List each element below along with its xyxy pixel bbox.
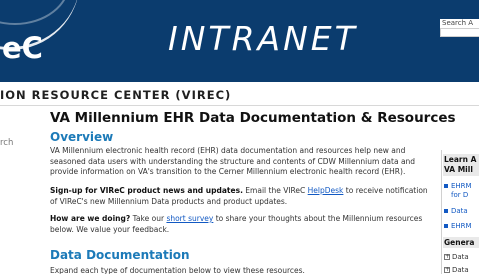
sidebar-link-label: Data bbox=[451, 207, 468, 215]
header-banner: eC INTRANET Search A bbox=[0, 0, 479, 82]
search-label: Search A bbox=[440, 19, 479, 28]
sidebar-expand-data-1[interactable]: + Data bbox=[444, 253, 479, 262]
left-nav-item-search[interactable]: rch bbox=[0, 138, 13, 148]
general-heading: Genera bbox=[444, 238, 475, 247]
helpdesk-link[interactable]: HelpDesk bbox=[308, 186, 344, 195]
virec-logo[interactable]: eC bbox=[2, 34, 43, 63]
sidebar-expand-label: Data bbox=[452, 253, 469, 261]
bullet-icon bbox=[444, 184, 448, 188]
sidebar-link-ehrm-2[interactable]: EHRM bbox=[444, 222, 479, 231]
short-survey-link[interactable]: short survey bbox=[166, 214, 213, 223]
data-documentation-heading: Data Documentation bbox=[50, 248, 190, 262]
center-name: ION RESOURCE CENTER (VIREC) bbox=[0, 88, 232, 102]
right-sidebar: Learn A VA Mill EHRM for D Data EHRM Gen… bbox=[441, 150, 479, 274]
signup-bold-text: Sign-up for VIReC product news and updat… bbox=[50, 186, 243, 195]
sidebar-expand-label: Data bbox=[452, 266, 469, 274]
overview-heading: Overview bbox=[50, 130, 114, 144]
sidebar-link-ehrm[interactable]: EHRM bbox=[444, 182, 479, 191]
signup-paragraph: Sign-up for VIReC product news and updat… bbox=[50, 186, 433, 207]
bullet-icon bbox=[444, 224, 448, 228]
expand-plus-icon: + bbox=[444, 266, 451, 273]
expand-plus-icon: + bbox=[444, 253, 451, 260]
sidebar-link-label: EHRM bbox=[451, 222, 472, 230]
learn-heading-line1: Learn A bbox=[444, 155, 477, 164]
survey-paragraph: How are we doing? Take our short survey … bbox=[50, 214, 433, 235]
data-documentation-paragraph: Expand each type of documentation below … bbox=[50, 266, 305, 274]
search-input[interactable] bbox=[440, 28, 479, 37]
center-name-bar: ION RESOURCE CENTER (VIREC) bbox=[0, 82, 479, 106]
learn-heading-line2: VA Mill bbox=[444, 165, 473, 174]
intranet-title: INTRANET bbox=[168, 19, 358, 58]
bullet-icon bbox=[444, 209, 448, 213]
survey-bold-text: How are we doing? bbox=[50, 214, 131, 223]
overview-paragraph: VA Millennium electronic health record (… bbox=[50, 146, 416, 176]
survey-pre-text: Take our bbox=[130, 214, 167, 223]
sidebar-expand-data-2[interactable]: + Data bbox=[444, 266, 479, 274]
sidebar-link-data[interactable]: Data bbox=[444, 207, 479, 216]
sidebar-link-ehrm-continued[interactable]: for D bbox=[444, 191, 479, 200]
page-title: VA Millennium EHR Data Documentation & R… bbox=[50, 110, 456, 126]
signup-pre-text: Email the VIReC bbox=[242, 186, 308, 195]
sidebar-link-label: EHRM bbox=[451, 182, 472, 190]
